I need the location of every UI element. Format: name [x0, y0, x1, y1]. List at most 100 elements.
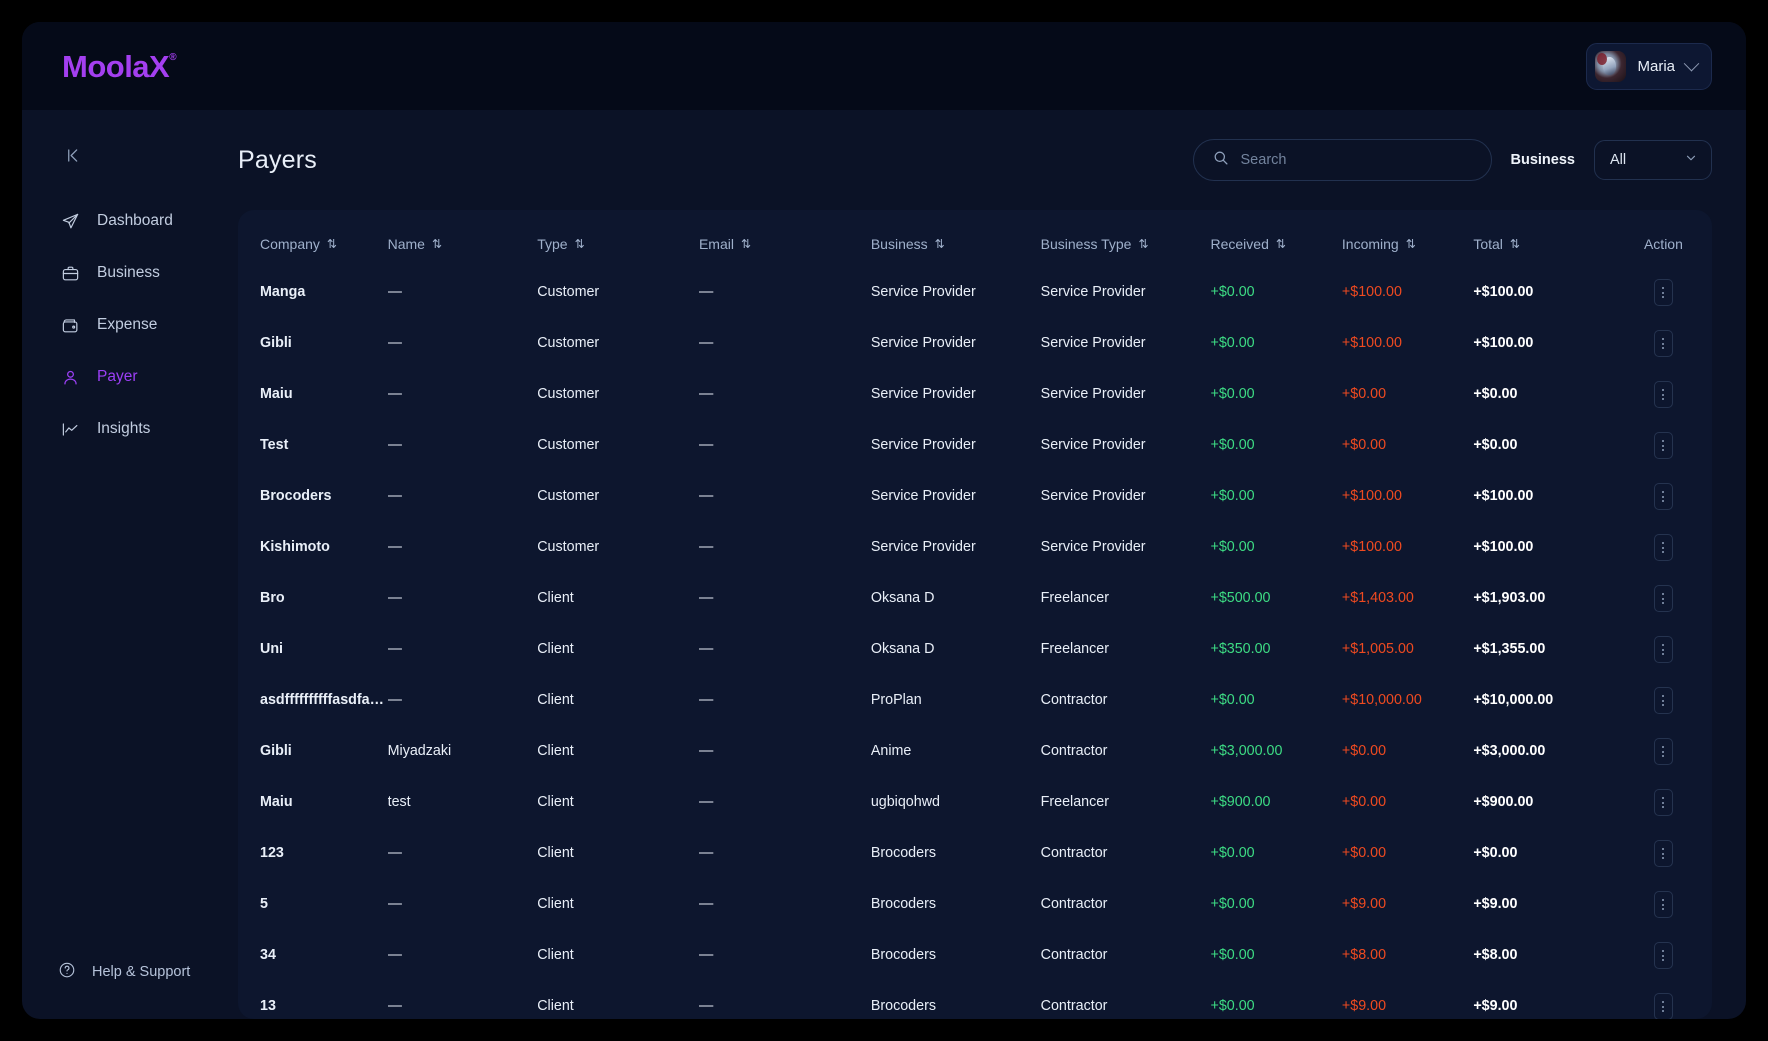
table-row[interactable]: 123 — Client — Brocoders Contractor +$0.00 +$0.…	[238, 827, 1712, 878]
sort-icon[interactable]: ⇅	[1510, 237, 1520, 251]
table-row[interactable]: Maiu — Customer — Service Provider Service Pr…	[238, 368, 1712, 419]
column-header-business[interactable]: Business ⇅	[871, 210, 1041, 266]
column-header-name[interactable]: Name ⇅	[388, 210, 538, 266]
column-header-email[interactable]: Email ⇅	[699, 210, 871, 266]
cell-incoming: +$100.00	[1341, 283, 1402, 300]
column-header-company[interactable]: Company ⇅	[238, 210, 388, 266]
search-box[interactable]	[1192, 139, 1492, 181]
user-menu-button[interactable]: Maria	[1586, 42, 1712, 90]
cell-action	[1615, 674, 1712, 725]
cell-email: —	[698, 334, 714, 351]
sort-icon[interactable]: ⇅	[935, 237, 945, 251]
cell-received: +$0.00	[1210, 538, 1255, 555]
cell-incoming: +$0.00	[1341, 742, 1387, 759]
cell-company: Manga	[260, 283, 306, 300]
kebab-menu-icon[interactable]	[1653, 585, 1673, 612]
column-header-type[interactable]: Type ⇅	[537, 210, 699, 266]
cell-incoming: +$0.00	[1341, 844, 1387, 861]
cell-business: Brocoders	[870, 844, 936, 861]
column-header-business-type[interactable]: Business Type ⇅	[1041, 210, 1211, 266]
table-row[interactable]: Uni — Client — Oksana D Freelancer +$350.00 +$1…	[238, 623, 1712, 674]
sidebar-item-insights[interactable]: Insights	[22, 414, 204, 444]
table-row[interactable]: Brocoders — Customer — Service Provider Servi…	[238, 470, 1712, 521]
cell-name: Miyadzaki	[387, 742, 452, 759]
cell-business: Service Provider	[870, 487, 976, 504]
sidebar-item-business[interactable]: Business	[22, 258, 204, 288]
cell-name: —	[387, 844, 402, 861]
cell-biztype: Service Provider	[1040, 283, 1146, 300]
cell-type: Client	[537, 997, 574, 1014]
table-row[interactable]: asdffffffffffasdfasdfas...—Client—ProPla…	[238, 674, 1712, 725]
cell-business: Service Provider	[870, 538, 976, 555]
kebab-menu-icon[interactable]	[1653, 993, 1673, 1019]
table-row[interactable]: 5 — Client — Brocoders Contractor +$0.00 +$9.00…	[238, 878, 1712, 929]
kebab-menu-icon[interactable]	[1653, 687, 1673, 714]
kebab-menu-icon[interactable]	[1653, 789, 1673, 816]
cell-received: +$900.00	[1210, 793, 1271, 810]
kebab-menu-icon[interactable]	[1653, 483, 1673, 510]
business-filter-select[interactable]: All	[1594, 140, 1712, 180]
sidebar-item-label: Expense	[97, 316, 158, 333]
cell-company: 34	[260, 946, 276, 963]
cell-biztype: Service Provider	[1040, 334, 1146, 351]
kebab-menu-icon[interactable]	[1653, 432, 1673, 459]
cell-name: —	[387, 283, 402, 300]
kebab-menu-icon[interactable]	[1653, 381, 1673, 408]
column-label: Business Type	[1040, 236, 1132, 252]
cell-biztype: Contractor	[1040, 997, 1108, 1014]
table-row[interactable]: Kishimoto — Customer — Service Provider Servi…	[238, 521, 1712, 572]
sort-icon[interactable]: ⇅	[1138, 237, 1148, 251]
kebab-menu-icon[interactable]	[1653, 891, 1673, 918]
kebab-menu-icon[interactable]	[1653, 279, 1673, 306]
kebab-menu-icon[interactable]	[1653, 840, 1673, 867]
main-header: Payers Business All	[238, 110, 1712, 210]
sort-icon[interactable]: ⇅	[327, 237, 337, 251]
sidebar-item-payer[interactable]: Payer	[22, 362, 204, 392]
sort-icon[interactable]: ⇅	[1276, 237, 1286, 251]
column-header-incoming[interactable]: Incoming ⇅	[1342, 210, 1473, 266]
kebab-menu-icon[interactable]	[1653, 738, 1673, 765]
app-logo[interactable]: MoolaX ®	[62, 51, 177, 82]
table-row[interactable]: Gibli — Customer — Service Provider Service P…	[238, 317, 1712, 368]
kebab-menu-icon[interactable]	[1653, 942, 1673, 969]
cell-business: Brocoders	[870, 895, 936, 912]
search-input[interactable]	[1240, 152, 1473, 168]
cell-business: ugbiqohwd	[870, 793, 940, 810]
cell-incoming: +$9.00	[1341, 997, 1387, 1014]
sidebar-item-expense[interactable]: Expense	[22, 310, 204, 340]
column-header-total[interactable]: Total ⇅	[1473, 210, 1615, 266]
cell-name: —	[387, 385, 402, 402]
cell-email: —	[698, 436, 714, 453]
cell-business: Service Provider	[870, 334, 976, 351]
header-controls: Business All	[1192, 139, 1712, 181]
table-row[interactable]: Gibli Miyadzaki Client — Anime Contractor +$3,…	[238, 725, 1712, 776]
help-and-support-button[interactable]: Help & Support	[22, 955, 204, 989]
table-row[interactable]: Maiu test Client — ugbiqohwd Freelancer +$900.…	[238, 776, 1712, 827]
cell-type: Customer	[537, 436, 600, 453]
table-row[interactable]: Bro — Client — Oksana D Freelancer +$500.00 +$1…	[238, 572, 1712, 623]
table-row[interactable]: 13 — Client — Brocoders Contractor +$0.00 +$9.0…	[238, 980, 1712, 1019]
cell-type: Customer	[537, 487, 600, 504]
table-head: Company ⇅ Name ⇅ Type ⇅ Email ⇅ Business…	[238, 210, 1712, 266]
table-row[interactable]: Test — Customer — Service Provider Service Pr…	[238, 419, 1712, 470]
table-row[interactable]: 34 — Client — Brocoders Contractor +$0.00 +$8.0…	[238, 929, 1712, 980]
cell-incoming: +$9.00	[1341, 895, 1387, 912]
cell-received: +$0.00	[1210, 895, 1255, 912]
sidebar-item-dashboard[interactable]: Dashboard	[22, 206, 204, 236]
sort-icon[interactable]: ⇅	[1406, 237, 1416, 251]
sort-icon[interactable]: ⇅	[575, 237, 585, 251]
kebab-menu-icon[interactable]	[1653, 330, 1673, 357]
sort-icon[interactable]: ⇅	[432, 237, 442, 251]
table-row[interactable]: Manga — Customer — Service Provider Service P…	[238, 266, 1712, 317]
user-icon	[60, 367, 80, 387]
cell-business: Oksana D	[870, 640, 935, 657]
cell-company: Bro	[260, 589, 285, 606]
kebab-menu-icon[interactable]	[1653, 636, 1673, 663]
sort-icon[interactable]: ⇅	[741, 237, 751, 251]
cell-total: +$100.00	[1473, 334, 1534, 351]
column-header-received[interactable]: Received ⇅	[1210, 210, 1341, 266]
main-content: Payers Business All	[204, 110, 1746, 1019]
collapse-sidebar-button[interactable]	[56, 138, 90, 172]
kebab-menu-icon[interactable]	[1653, 534, 1673, 561]
cell-received: +$0.00	[1210, 946, 1255, 963]
